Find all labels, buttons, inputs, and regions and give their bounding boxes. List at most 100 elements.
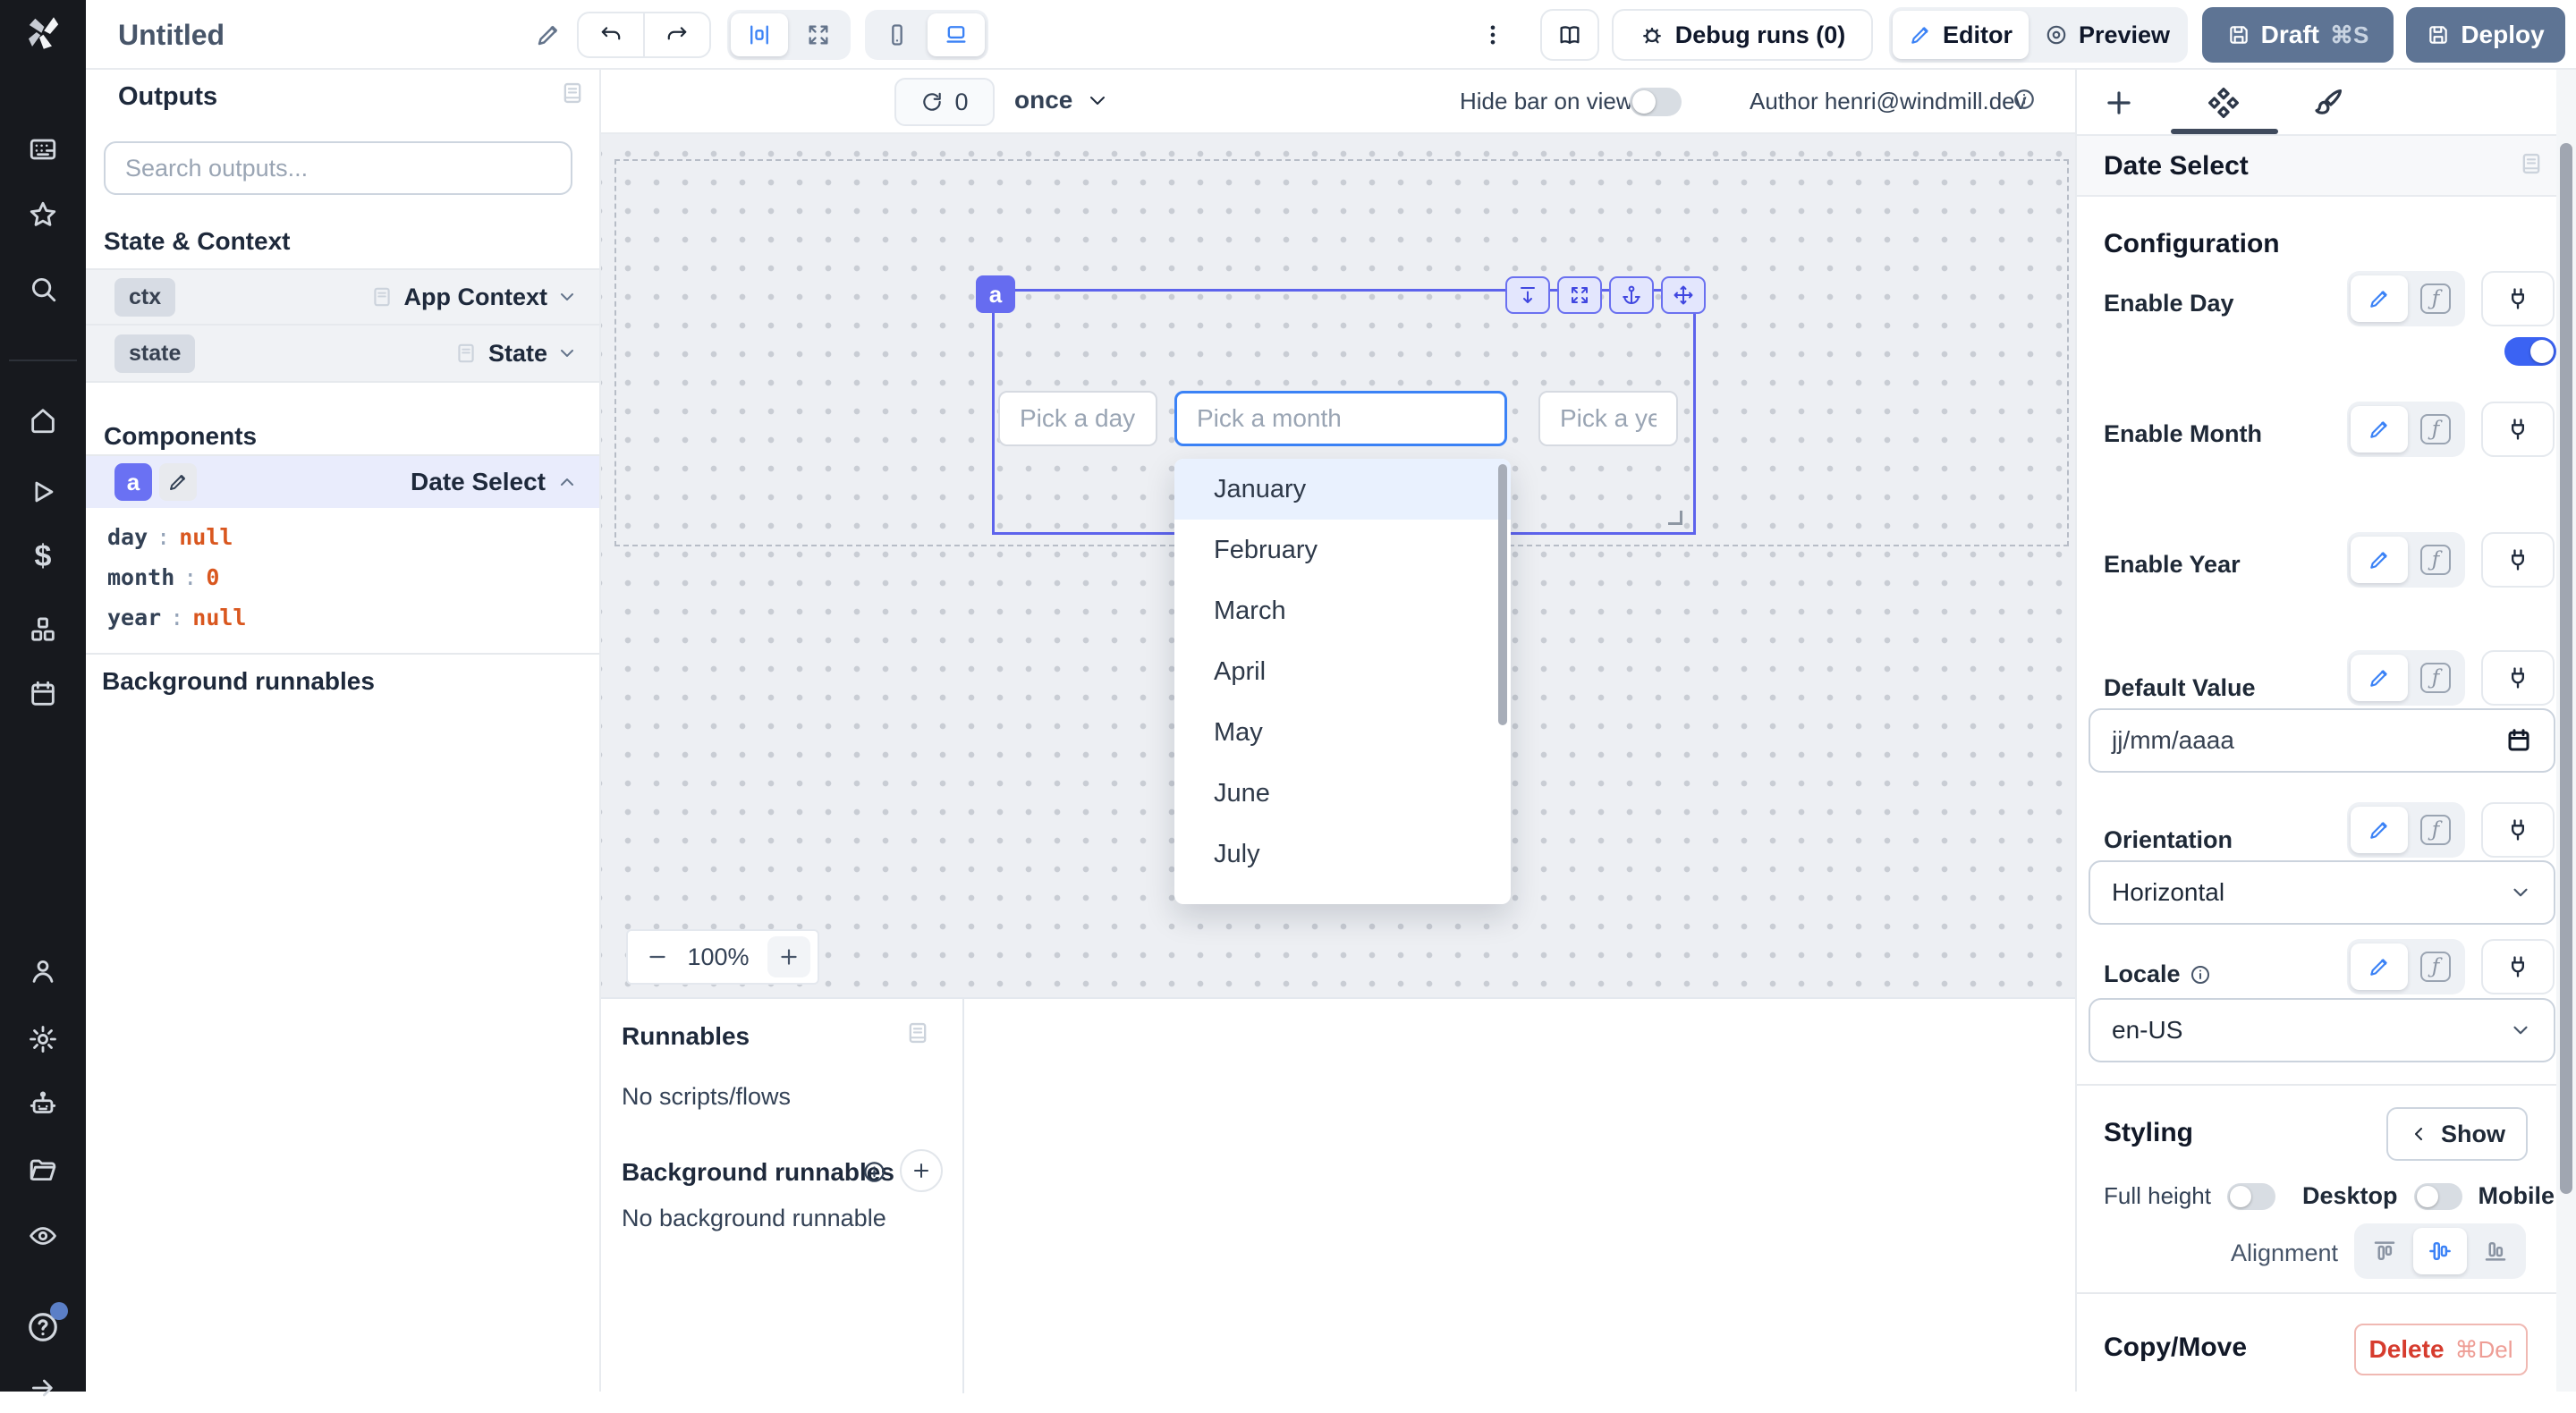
output-month[interactable]: month:0 (107, 557, 247, 597)
enable-month-connect-plug-button[interactable] (2481, 402, 2555, 457)
mobile-view-button[interactable] (869, 13, 926, 56)
month-option[interactable]: February (1174, 520, 1511, 580)
zoom-out-minus-icon[interactable] (646, 945, 669, 969)
function-button[interactable]: ƒ (2410, 807, 2462, 853)
function-button[interactable]: ƒ (2410, 943, 2462, 990)
search-icon[interactable] (0, 264, 86, 314)
locale-info-icon[interactable] (2190, 964, 2211, 986)
month-option[interactable]: June (1174, 763, 1511, 824)
runnables-doc-icon[interactable] (905, 1020, 930, 1045)
default-value-date-input[interactable]: jj/mm/aaaa (2089, 708, 2555, 773)
settings-doc-icon[interactable] (2519, 151, 2544, 176)
static-pencil-button[interactable] (2351, 807, 2408, 853)
scrollbar-thumb[interactable] (2560, 143, 2572, 1194)
month-option[interactable]: January (1174, 459, 1511, 520)
redo-button[interactable] (645, 13, 709, 56)
tab-preview[interactable]: Preview (2030, 11, 2184, 59)
ctx-chevron-down-icon[interactable] (556, 286, 578, 308)
expand-sidebar-icon[interactable] (0, 1363, 86, 1413)
tab-editor[interactable]: Editor (1893, 11, 2029, 59)
full-height-toggle[interactable] (2227, 1183, 2275, 1210)
ctx-row[interactable]: ctx App Context (86, 268, 599, 326)
full-width-layout-button[interactable] (790, 13, 847, 56)
calendar-icon[interactable] (2505, 727, 2532, 754)
month-option[interactable]: April (1174, 641, 1511, 702)
locale-connect-plug-button[interactable] (2481, 939, 2555, 994)
month-option[interactable]: August (1174, 884, 1511, 904)
refresh-counter[interactable]: 0 (894, 78, 995, 126)
author-info-icon[interactable] (2012, 88, 2036, 111)
app-canvas[interactable]: a January February March April May June … (601, 134, 2075, 997)
centered-layout-button[interactable] (731, 13, 788, 56)
output-year[interactable]: year:null (107, 597, 247, 638)
favorites-star-icon[interactable] (0, 190, 86, 240)
rename-pencil-icon[interactable] (535, 21, 562, 48)
more-menu-kebab-icon[interactable] (1480, 22, 1505, 47)
hide-bar-toggle[interactable] (1630, 88, 1682, 116)
static-pencil-button[interactable] (2351, 406, 2408, 453)
search-outputs-input[interactable] (104, 141, 572, 195)
desktop-toggle[interactable] (2414, 1183, 2462, 1210)
output-day[interactable]: day:null (107, 517, 247, 557)
function-button[interactable]: ƒ (2410, 537, 2462, 583)
background-runnables-info-icon[interactable] (862, 1160, 886, 1184)
state-chevron-down-icon[interactable] (556, 343, 578, 364)
home-icon[interactable] (0, 395, 86, 445)
month-option[interactable]: March (1174, 580, 1511, 641)
static-pencil-button[interactable] (2351, 655, 2408, 701)
default-value-connect-plug-button[interactable] (2481, 650, 2555, 706)
folders-icon[interactable] (0, 1145, 86, 1195)
locale-select[interactable]: en-US (2089, 998, 2555, 1062)
audit-logs-eye-icon[interactable] (0, 1211, 86, 1261)
windmill-logo[interactable] (21, 11, 64, 54)
align-top-button[interactable] (2358, 1228, 2411, 1274)
undo-button[interactable] (579, 13, 643, 56)
move-button[interactable] (1661, 276, 1706, 314)
static-pencil-button[interactable] (2351, 275, 2408, 322)
save-draft-button[interactable]: Draft ⌘S (2202, 7, 2394, 63)
enable-year-connect-plug-button[interactable] (2481, 532, 2555, 588)
align-center-button[interactable] (2413, 1228, 2467, 1274)
orientation-connect-plug-button[interactable] (2481, 802, 2555, 858)
enable-day-toggle[interactable] (2504, 337, 2556, 366)
deploy-button[interactable]: Deploy (2406, 7, 2565, 63)
component-rename-pencil-icon[interactable] (159, 463, 197, 501)
outputs-doc-icon[interactable] (560, 80, 585, 106)
run-mode-dropdown[interactable]: once (1014, 86, 1108, 114)
help-icon[interactable] (0, 1300, 86, 1354)
tab-insert-plus-icon[interactable] (2102, 86, 2136, 120)
desktop-view-button[interactable] (928, 13, 985, 56)
settings-gear-icon[interactable] (0, 1014, 86, 1064)
styling-show-button[interactable]: Show (2386, 1107, 2528, 1161)
runs-play-icon[interactable] (0, 467, 86, 517)
component-chevron-up-icon[interactable] (556, 471, 578, 493)
month-option[interactable]: July (1174, 824, 1511, 884)
static-pencil-button[interactable] (2351, 943, 2408, 990)
function-button[interactable]: ƒ (2410, 275, 2462, 322)
delete-component-button[interactable]: Delete ⌘Del (2354, 1324, 2528, 1375)
pick-year-input[interactable] (1538, 391, 1678, 446)
expand-down-button[interactable] (1505, 276, 1550, 314)
align-bottom-button[interactable] (2469, 1228, 2522, 1274)
tab-component-settings-icon[interactable] (2206, 85, 2241, 121)
app-title[interactable]: Untitled (118, 19, 225, 52)
month-option[interactable]: May (1174, 702, 1511, 763)
docs-book-button[interactable] (1540, 9, 1599, 61)
add-background-runnable-button[interactable] (900, 1149, 943, 1192)
fullscreen-expand-button[interactable] (1557, 276, 1602, 314)
anchor-button[interactable] (1609, 276, 1654, 314)
orientation-select[interactable]: Horizontal (2089, 860, 2555, 925)
schedules-calendar-icon[interactable] (0, 669, 86, 719)
zoom-in-plus-button[interactable] (767, 936, 810, 977)
user-icon[interactable] (0, 946, 86, 996)
static-pencil-button[interactable] (2351, 537, 2408, 583)
workers-robot-icon[interactable] (0, 1079, 86, 1130)
pick-month-input[interactable] (1174, 391, 1507, 446)
function-button[interactable]: ƒ (2410, 406, 2462, 453)
function-button[interactable]: ƒ (2410, 655, 2462, 701)
app-switcher-icon[interactable] (0, 124, 86, 174)
resources-cubes-icon[interactable] (0, 605, 86, 655)
tab-styling-brush-icon[interactable] (2311, 86, 2345, 120)
enable-day-connect-plug-button[interactable] (2481, 271, 2555, 326)
debug-runs-button[interactable]: Debug runs (0) (1612, 9, 1873, 61)
